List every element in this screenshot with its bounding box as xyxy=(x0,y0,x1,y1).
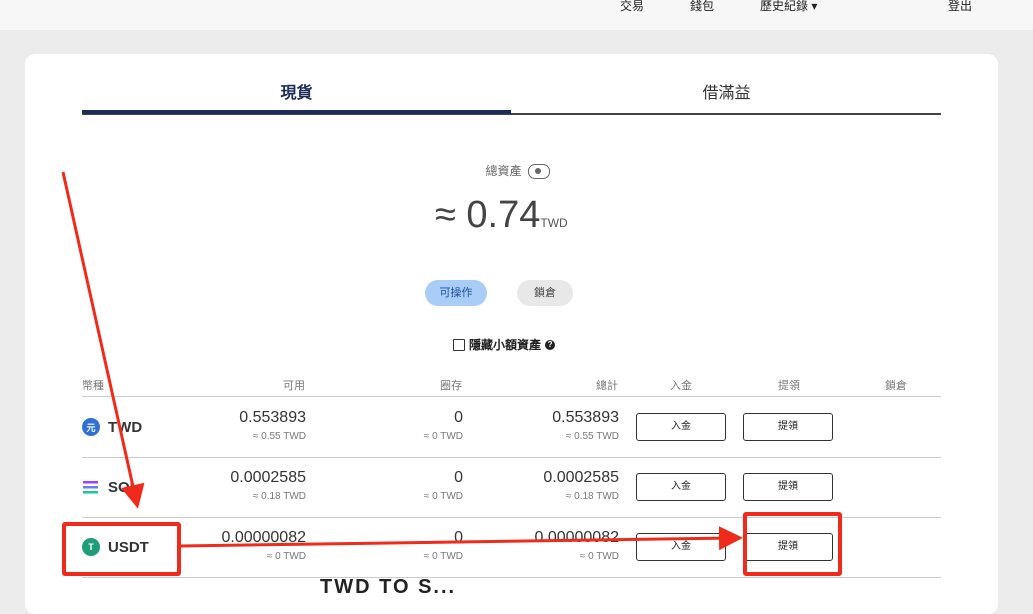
down-arrow xyxy=(61,171,145,509)
right-arrow xyxy=(179,526,743,551)
annotation-arrows xyxy=(61,171,743,551)
